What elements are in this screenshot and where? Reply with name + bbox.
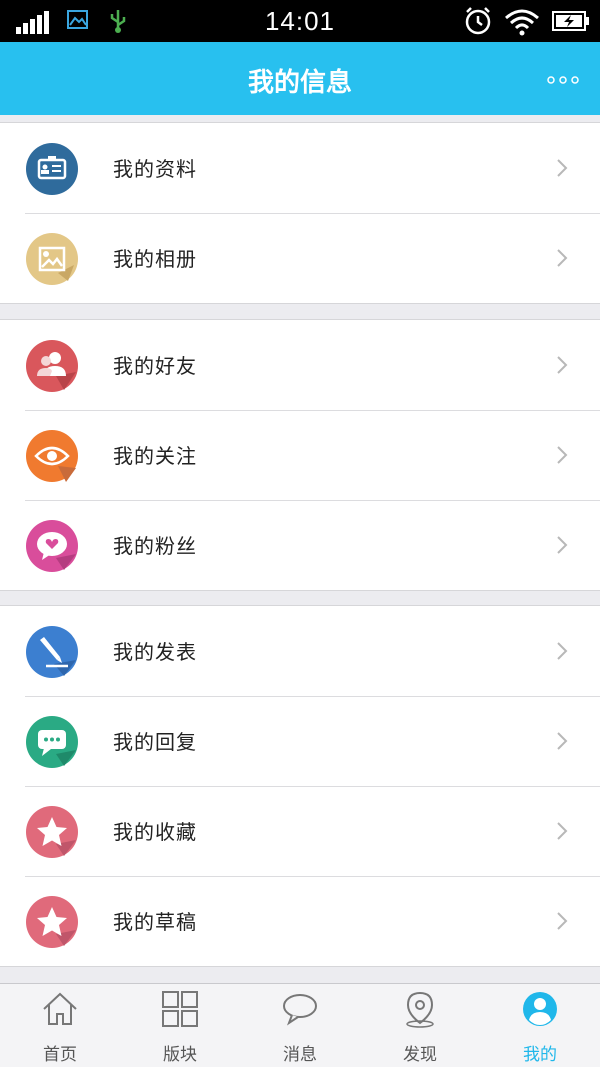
- more-dots-icon[interactable]: [545, 68, 581, 92]
- user-icon: [523, 992, 557, 1026]
- alarm-icon: [465, 7, 491, 35]
- heart-chat-icon: [26, 520, 78, 572]
- menu-item-posts[interactable]: 我的发表: [0, 606, 600, 696]
- tab-discover[interactable]: 发现: [360, 984, 480, 1067]
- chevron-right-icon: [557, 249, 568, 267]
- star-icon: [26, 806, 78, 858]
- tab-label: 发现: [403, 1045, 437, 1065]
- app-header: 我的信息: [0, 42, 600, 115]
- menu-item-label: 我的收藏: [113, 820, 197, 844]
- menu-group-social: 我的好友 我的关注 我的粉丝: [0, 319, 600, 591]
- chevron-right-icon: [557, 159, 568, 177]
- menu-item-fans[interactable]: 我的粉丝: [0, 500, 600, 590]
- menu-item-favorites[interactable]: 我的收藏: [0, 786, 600, 876]
- tab-mine[interactable]: 我的: [480, 984, 600, 1067]
- menu-item-following[interactable]: 我的关注: [0, 410, 600, 500]
- chevron-right-icon: [557, 536, 568, 554]
- menu-item-label: 我的关注: [113, 444, 197, 468]
- tab-label: 首页: [43, 1045, 77, 1065]
- menu-item-album[interactable]: 我的相册: [0, 213, 600, 303]
- wifi-icon: [505, 9, 539, 36]
- bottom-tab-bar: 首页 版块 消息 发现 我的: [0, 983, 600, 1067]
- page-title: 我的信息: [247, 68, 352, 98]
- grid-icon: [162, 991, 198, 1027]
- location-icon: [406, 991, 434, 1028]
- menu-item-label: 我的粉丝: [113, 534, 197, 558]
- menu-item-label: 我的回复: [113, 730, 197, 754]
- chevron-right-icon: [557, 642, 568, 660]
- menu-item-label: 我的相册: [113, 247, 197, 271]
- menu-item-drafts[interactable]: 我的草稿: [0, 876, 600, 966]
- home-icon: [43, 992, 77, 1025]
- eye-icon: [26, 430, 78, 482]
- pen-icon: [26, 626, 78, 678]
- tab-label: 版块: [163, 1045, 197, 1065]
- friends-icon: [26, 340, 78, 392]
- menu-group-posts: 我的发表 我的回复 我的收藏 我的草稿: [0, 605, 600, 967]
- id-card-icon: [26, 143, 78, 195]
- chevron-right-icon: [557, 356, 568, 374]
- chevron-right-icon: [557, 446, 568, 464]
- menu-item-label: 我的草稿: [113, 910, 197, 934]
- status-bar: 14:01: [0, 0, 600, 42]
- chevron-right-icon: [557, 822, 568, 840]
- menu-item-friends[interactable]: 我的好友: [0, 320, 600, 410]
- tab-label: 我的: [523, 1045, 557, 1065]
- tab-home[interactable]: 首页: [0, 984, 120, 1067]
- star-icon: [26, 896, 78, 948]
- menu-item-label: 我的资料: [113, 157, 197, 181]
- tab-boards[interactable]: 版块: [120, 984, 240, 1067]
- picture-icon: [26, 233, 78, 285]
- message-icon: [283, 994, 317, 1026]
- tab-messages[interactable]: 消息: [240, 984, 360, 1067]
- menu-item-replies[interactable]: 我的回复: [0, 696, 600, 786]
- menu-item-label: 我的发表: [113, 640, 197, 664]
- battery-charging-icon: [552, 11, 589, 31]
- menu-item-label: 我的好友: [113, 354, 197, 378]
- menu-group-profile: 我的资料 我的相册: [0, 122, 600, 304]
- chevron-right-icon: [557, 912, 568, 930]
- chat-bubble-icon: [26, 716, 78, 768]
- chevron-right-icon: [557, 732, 568, 750]
- menu-item-profile[interactable]: 我的资料: [0, 123, 600, 213]
- tab-label: 消息: [283, 1045, 317, 1065]
